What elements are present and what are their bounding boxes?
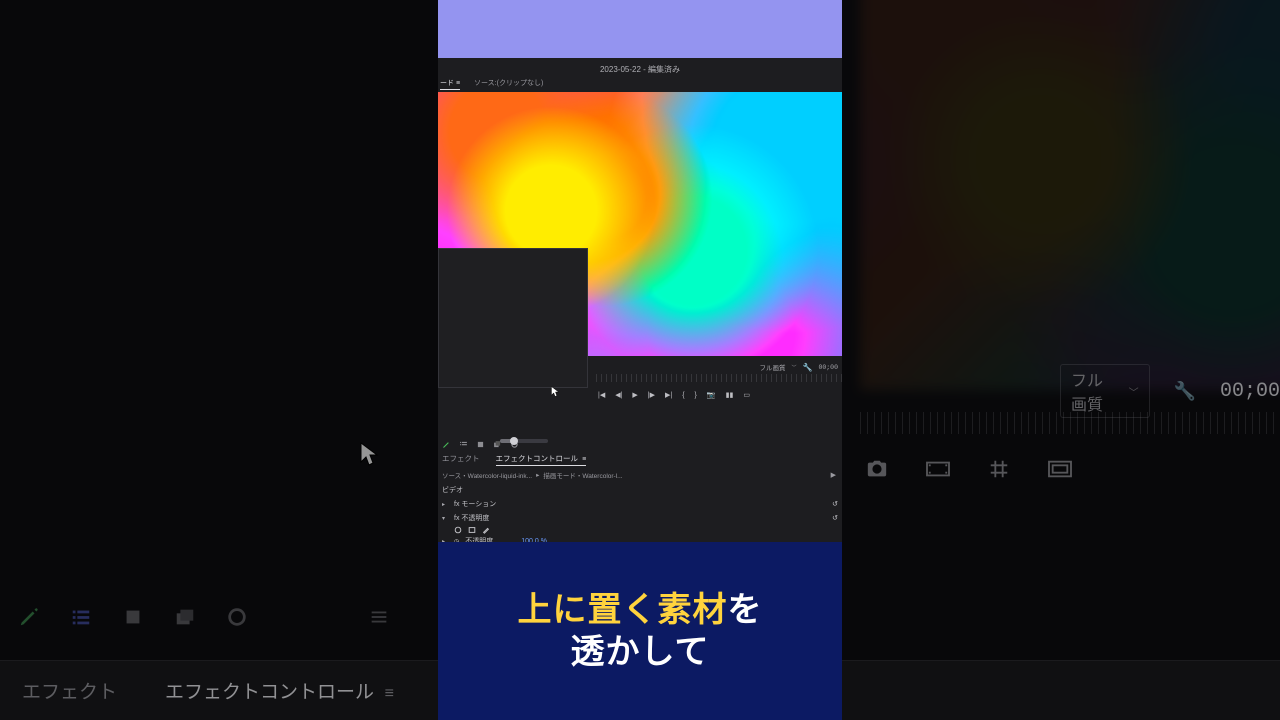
export-frame-button[interactable]: 📷	[707, 392, 716, 399]
caption-band: 上に置く素材を 透かして	[438, 542, 842, 720]
cursor-icon	[360, 442, 380, 468]
mark-in-button[interactable]: {	[682, 392, 684, 399]
zoom-slider[interactable]	[500, 439, 548, 443]
caption-text: 上に置く素材を 透かして	[518, 589, 763, 674]
circle-icon[interactable]	[226, 606, 248, 628]
editor-top-tabs: ード ≡ ソース:(クリップなし)	[440, 78, 543, 90]
phone-overlay: 2023-05-22 - 編集済み ード ≡ ソース:(クリップなし) フル画質…	[438, 0, 842, 720]
bg-monitor-tool-row	[866, 458, 1074, 485]
chevron-down-icon: ﹀	[1129, 384, 1139, 399]
ec-crumb-mode[interactable]: 描画モード・Watercolor-l...	[543, 470, 622, 480]
tab-source-none[interactable]: ソース:(クリップなし)	[474, 78, 543, 88]
ec-breadcrumb: ソース・Watercolor-liquid-ink... ▸ 描画モード・Wat…	[440, 470, 840, 483]
ec-opacity-label: fx 不透明度	[454, 513, 489, 523]
step-fwd-button[interactable]: |▶	[648, 392, 655, 399]
safe-margins-icon[interactable]	[1046, 458, 1074, 485]
bg-time-ruler[interactable]	[860, 412, 1280, 434]
effect-controls-panel: ソース・Watercolor-liquid-ink... ▸ 描画モード・Wat…	[440, 470, 840, 542]
bg-timecode: 00;00	[1220, 380, 1280, 403]
twirl-icon[interactable]	[442, 515, 448, 521]
monitor-quality-label[interactable]: フル画質	[760, 362, 786, 372]
embedded-editor: 2023-05-22 - 編集済み ード ≡ ソース:(クリップなし) フル画質…	[438, 58, 842, 542]
project-title: 2023-05-22 - 編集済み	[438, 64, 842, 75]
play-head-icon[interactable]: ▶	[831, 471, 836, 479]
bg-tab-effect-controls-label: エフェクトコントロール	[165, 682, 374, 703]
filmstrip-icon[interactable]	[924, 458, 952, 485]
panel-menu-icon[interactable]: ≡	[385, 685, 392, 702]
pen-mask-icon[interactable]	[482, 526, 490, 534]
list-icon[interactable]	[459, 436, 468, 445]
go-to-in-button[interactable]: |◀	[598, 392, 605, 399]
transport-controls: |◀ ◀| ▶ |▶ ▶| { } 📷 ▮▮ ▭	[598, 388, 840, 402]
marker-button[interactable]: ▮▮	[726, 392, 734, 399]
twirl-icon[interactable]	[442, 501, 448, 507]
ellipse-mask-icon[interactable]	[454, 526, 462, 534]
camera-icon[interactable]	[866, 458, 888, 485]
caption-line1-rest: を	[728, 591, 763, 629]
rectangle-mask-icon[interactable]	[468, 526, 476, 534]
chevron-down-icon: ﹀	[792, 364, 797, 371]
cursor-icon	[551, 385, 560, 397]
reset-icon[interactable]: ↺	[832, 514, 838, 522]
wrench-icon[interactable]: 🔧	[803, 363, 813, 372]
caption-line1-highlight: 上に置く素材	[518, 591, 728, 629]
bg-quality-select[interactable]: フル画質 ﹀	[1060, 364, 1150, 418]
burger-icon[interactable]	[368, 606, 390, 628]
square-icon[interactable]	[122, 606, 144, 628]
ec-crumb-source[interactable]: ソース・Watercolor-liquid-ink...	[442, 470, 532, 480]
ec-row-motion[interactable]: fx モーション ↺	[440, 497, 840, 511]
pencil-icon[interactable]	[442, 436, 451, 445]
tab-effect-controls[interactable]: エフェクトコントロール ≡	[496, 453, 587, 466]
ec-motion-label: fx モーション	[454, 499, 496, 509]
bg-tab-effect-controls[interactable]: エフェクトコントロール ≡	[165, 677, 392, 704]
bg-quality-label: フル画質	[1071, 367, 1111, 415]
lower-panel-tabs: エフェクト エフェクトコントロール ≡	[442, 453, 586, 466]
background-color-bleed	[860, 0, 1280, 390]
ec-section-video-label: ビデオ	[442, 485, 463, 495]
safe-margins-button[interactable]: ▭	[743, 392, 750, 399]
step-back-button[interactable]: ◀|	[615, 392, 622, 399]
pencil-icon[interactable]	[18, 606, 40, 628]
tab-board[interactable]: ード ≡	[440, 78, 460, 90]
preview-overlap-panel	[438, 248, 588, 388]
wrench-icon[interactable]: 🔧	[1174, 381, 1196, 402]
bg-tab-effects[interactable]: エフェクト	[22, 677, 117, 704]
monitor-time-ruler[interactable]	[596, 374, 842, 382]
stack-icon[interactable]	[174, 606, 196, 628]
monitor-timecode: 00;00	[818, 364, 838, 371]
panel-menu-icon[interactable]: ≡	[582, 456, 586, 463]
slider-knob-icon[interactable]	[510, 437, 518, 445]
chevron-right-icon: ▸	[536, 471, 539, 479]
play-button[interactable]: ▶	[632, 392, 637, 399]
mark-out-button[interactable]: }	[695, 392, 697, 399]
reset-icon[interactable]: ↺	[832, 500, 838, 508]
tab-effects[interactable]: エフェクト	[442, 453, 480, 464]
hash-grid-icon[interactable]	[988, 458, 1010, 485]
bg-playback-quality-bar: フル画質 ﹀ 🔧 00;00	[860, 373, 1280, 409]
monitor-quality-bar: フル画質 ﹀ 🔧 00;00	[760, 361, 839, 373]
ec-mask-shape-icons	[440, 526, 840, 534]
square-icon[interactable]	[476, 436, 485, 445]
caption-line2: 透かして	[571, 633, 710, 671]
ec-row-opacity[interactable]: fx 不透明度 ↺	[440, 511, 840, 525]
ec-section-video: ビデオ	[440, 483, 840, 497]
list-icon[interactable]	[70, 606, 92, 628]
tab-effect-controls-label: エフェクトコントロール	[496, 454, 579, 463]
go-to-out-button[interactable]: ▶|	[665, 392, 672, 399]
bg-left-tool-row	[18, 606, 390, 628]
